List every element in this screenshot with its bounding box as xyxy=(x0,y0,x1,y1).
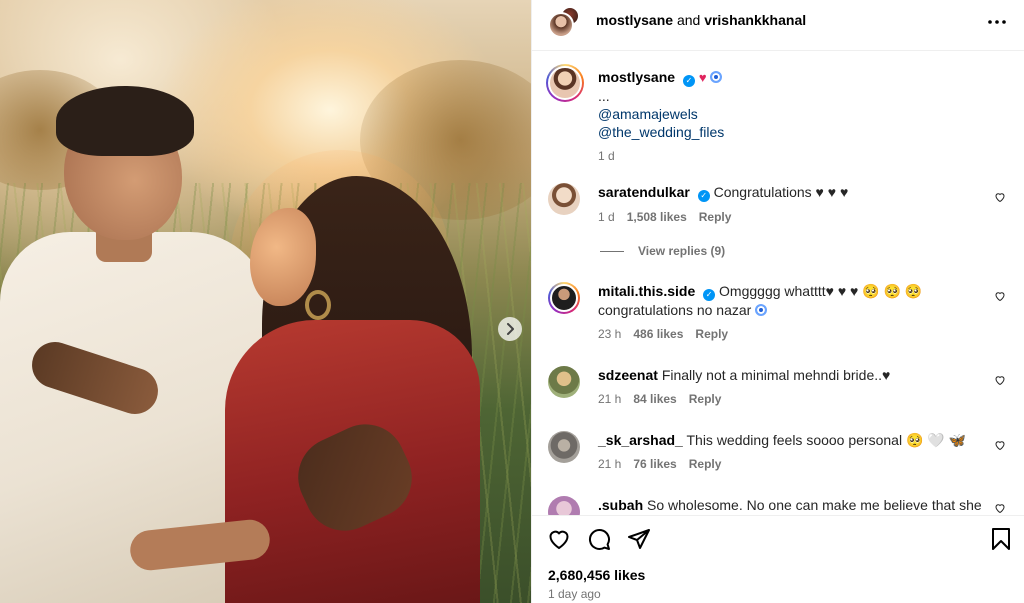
man-hair xyxy=(56,86,194,156)
caption-timestamp[interactable]: 1 d xyxy=(598,147,998,165)
comment-body: sdzeenat Finally not a minimal mehndi br… xyxy=(598,366,988,408)
comment-meta: 21 h 84 likes Reply xyxy=(598,390,988,408)
view-replies-button[interactable]: View replies (9) xyxy=(600,244,725,258)
avatar[interactable] xyxy=(548,496,580,515)
heart-icon[interactable] xyxy=(994,191,1006,203)
avatar[interactable] xyxy=(548,431,580,463)
avatar[interactable] xyxy=(548,183,580,215)
caption-username[interactable]: mostlysane xyxy=(598,69,675,85)
comment: .subah So wholesome. No one can make me … xyxy=(546,496,1016,515)
author-username[interactable]: mostlysane xyxy=(596,12,673,28)
comment-username[interactable]: sdzeenat xyxy=(598,367,658,383)
posted-time[interactable]: 1 day ago xyxy=(548,587,601,601)
red-heart-emoji-icon: ♥ xyxy=(698,70,707,85)
comment-body: saratendulkar ✓ Congratulations ♥ ♥ ♥ 1 … xyxy=(598,183,988,226)
heart-icon[interactable] xyxy=(994,290,1006,302)
avatar[interactable] xyxy=(548,366,580,398)
next-photo-button[interactable] xyxy=(498,317,522,341)
more-options-button[interactable] xyxy=(985,10,1009,34)
coauthor-username[interactable]: vrishankkhanal xyxy=(704,12,806,28)
comment-username[interactable]: _sk_arshad_ xyxy=(598,432,683,448)
mention-the-wedding-files[interactable]: @the_wedding_files xyxy=(598,123,998,141)
share-icon xyxy=(628,529,650,549)
avatar-image xyxy=(550,284,578,312)
more-icon xyxy=(988,20,1006,24)
caption-avatar-story-ring[interactable] xyxy=(546,64,584,102)
mention-amamajewels[interactable]: @amamajewels xyxy=(598,105,998,123)
caption-body: mostlysane ✓ ♥ ... @amamajewels @the_wed… xyxy=(598,68,998,165)
comment-text: Omggggg whatttt♥ ♥ ♥ 🥺 🥺 🥺 xyxy=(719,283,923,299)
comment-time[interactable]: 1 d xyxy=(598,208,615,226)
verified-badge-icon: ✓ xyxy=(697,190,710,202)
verified-badge-icon: ✓ xyxy=(682,75,695,87)
avatar[interactable] xyxy=(548,282,580,314)
comment-text-line2: congratulations no nazar xyxy=(598,302,752,318)
reply-button[interactable]: Reply xyxy=(689,390,722,408)
comment-likes[interactable]: 1,508 likes xyxy=(627,208,687,226)
authors-joiner: and xyxy=(676,12,701,28)
share-button[interactable] xyxy=(626,526,652,552)
reply-button[interactable]: Reply xyxy=(695,325,728,343)
comment-username[interactable]: saratendulkar xyxy=(598,184,690,200)
avatar xyxy=(548,66,582,100)
reply-button[interactable]: Reply xyxy=(689,455,722,473)
bookmark-icon xyxy=(992,528,1010,550)
likes-count[interactable]: 2,680,456 likes xyxy=(548,567,645,583)
nazar-amulet-emoji-icon xyxy=(755,304,768,316)
comment-meta: 1 d 1,508 likes Reply xyxy=(598,208,988,226)
comment-text: This wedding feels soooo personal 🥺 🤍 🦋 xyxy=(686,432,967,448)
heart-icon xyxy=(549,530,569,550)
avatar-mostlysane[interactable] xyxy=(548,12,574,38)
comment-meta: 21 h 76 likes Reply xyxy=(598,455,988,473)
post-actions-bar: 2,680,456 likes 1 day ago xyxy=(532,515,1024,603)
view-replies-label: View replies (9) xyxy=(638,244,726,258)
comment-time[interactable]: 21 h xyxy=(598,390,621,408)
comment-text: Finally not a minimal mehndi bride..♥ xyxy=(661,367,891,383)
comment-body: _sk_arshad_ This wedding feels soooo per… xyxy=(598,431,988,473)
comment-text: Congratulations ♥ ♥ ♥ xyxy=(713,184,849,200)
comment-text: So wholesome. No one can make me believe… xyxy=(647,497,982,513)
heart-icon[interactable] xyxy=(994,502,1006,514)
save-button[interactable] xyxy=(988,526,1014,552)
comment-meta: 23 h 486 likes Reply xyxy=(598,325,988,343)
comment-time[interactable]: 23 h xyxy=(598,325,621,343)
comment-body: .subah So wholesome. No one can make me … xyxy=(598,496,988,514)
chevron-right-icon xyxy=(507,323,514,335)
earring xyxy=(305,290,331,320)
post-authors: mostlysane and vrishankkhanal xyxy=(596,12,806,28)
divider xyxy=(600,250,624,252)
comment-username[interactable]: .subah xyxy=(598,497,643,513)
heart-icon[interactable] xyxy=(994,439,1006,451)
comment-icon xyxy=(588,528,610,550)
comment-likes[interactable]: 84 likes xyxy=(633,390,676,408)
comment-username[interactable]: mitali.this.side xyxy=(598,283,695,299)
comment-time[interactable]: 21 h xyxy=(598,455,621,473)
verified-badge-icon: ✓ xyxy=(703,289,716,301)
like-button[interactable] xyxy=(546,526,572,552)
reply-button[interactable]: Reply xyxy=(699,208,732,226)
comment-likes[interactable]: 486 likes xyxy=(633,325,683,343)
comment-button[interactable] xyxy=(586,526,612,552)
post-details-panel: mostlysane and vrishankkhanal mostlysane… xyxy=(531,0,1024,603)
comment-body: mitali.this.side ✓ Omggggg whatttt♥ ♥ ♥ … xyxy=(598,282,988,343)
post-photo[interactable] xyxy=(0,0,531,603)
heart-icon[interactable] xyxy=(994,374,1006,386)
caption-ellipsis: ... xyxy=(598,88,610,104)
nazar-amulet-emoji-icon xyxy=(710,71,723,83)
comment-likes[interactable]: 76 likes xyxy=(633,455,676,473)
post-header: mostlysane and vrishankkhanal xyxy=(532,0,1024,51)
author-avatars[interactable] xyxy=(548,6,582,40)
